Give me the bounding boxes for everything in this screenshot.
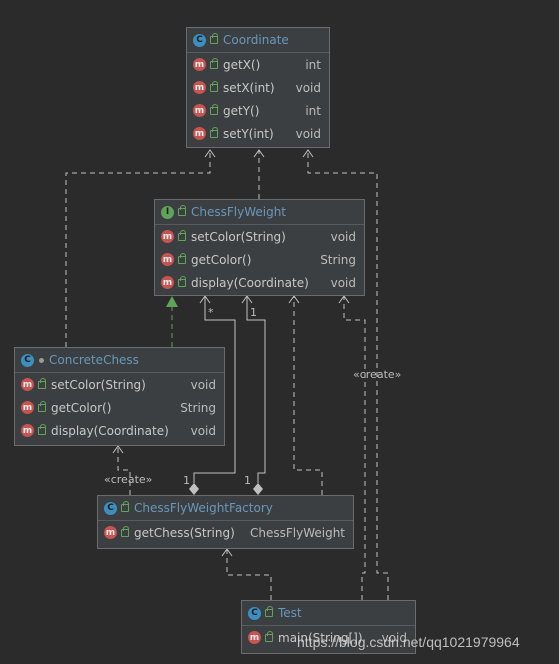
class-name: ConcreteChess	[49, 353, 139, 367]
public-visibility-icon	[210, 33, 218, 44]
class-header: C ChessFlyWeightFactory	[98, 496, 353, 521]
class-header: C Coordinate	[187, 28, 329, 53]
method-row[interactable]: m setY(int) void	[187, 122, 329, 145]
class-chessflyweight[interactable]: I ChessFlyWeight m setColor(String) void m…	[154, 199, 365, 296]
method-row[interactable]: m setColor(String) void	[15, 373, 224, 396]
method-row[interactable]: m getColor() String	[15, 396, 224, 419]
method-row[interactable]: m getY() int	[187, 99, 329, 122]
method-row[interactable]: m getChess(String) ChessFlyWeight	[98, 521, 353, 544]
return-type: void	[295, 126, 321, 141]
public-visibility-icon	[210, 126, 218, 138]
method-row[interactable]: m setColor(String) void	[155, 225, 364, 248]
public-visibility-icon	[38, 377, 46, 389]
method-icon: m	[104, 526, 117, 539]
public-visibility-icon	[210, 57, 218, 69]
class-concretechess[interactable]: C ConcreteChess m setColor(String) void m g…	[14, 347, 225, 446]
public-visibility-icon	[178, 205, 186, 216]
public-visibility-icon	[265, 630, 273, 642]
method-name: setColor(String)	[51, 377, 146, 392]
return-type: void	[330, 275, 356, 290]
method-name: display(Coordinate)	[51, 423, 169, 438]
class-chessflyweightfactory[interactable]: C ChessFlyWeightFactory m getChess(String…	[97, 495, 354, 549]
method-name: getColor()	[51, 400, 112, 415]
realization-arrowhead	[166, 296, 178, 307]
public-visibility-icon	[178, 275, 186, 287]
public-visibility-icon	[178, 252, 186, 264]
package-visibility-icon	[39, 357, 44, 363]
public-visibility-icon	[265, 606, 273, 617]
method-name: getChess(String)	[134, 525, 235, 540]
method-row[interactable]: m getColor() String	[155, 248, 364, 271]
method-row[interactable]: m display(Coordinate) void	[155, 271, 364, 294]
method-row[interactable]: m display(Coordinate) void	[15, 419, 224, 442]
create-label-left: «create»	[104, 473, 153, 486]
aggregation-diamond	[189, 483, 199, 495]
multiplicity-one-right: 1	[244, 474, 251, 487]
return-type: void	[190, 377, 216, 392]
method-icon: m	[21, 424, 34, 437]
multiplicity-one-left: 1	[183, 474, 190, 487]
method-icon: m	[21, 378, 34, 391]
class-icon: C	[248, 606, 261, 620]
create-label-right: «create»	[353, 368, 402, 381]
class-name: Test	[278, 606, 302, 620]
method-name: setColor(String)	[191, 229, 286, 244]
aggregation-diamond	[253, 483, 263, 495]
method-icon: m	[193, 58, 206, 71]
class-header: I ChessFlyWeight	[155, 200, 364, 225]
class-name: ChessFlyWeightFactory	[134, 501, 273, 515]
return-type: void	[295, 80, 321, 95]
dep-factory-concretechess	[117, 446, 131, 495]
method-name: setY(int)	[223, 126, 274, 141]
aggregation-one	[246, 296, 266, 483]
class-icon: C	[104, 501, 117, 515]
return-type: ChessFlyWeight	[249, 525, 345, 540]
method-icon: m	[21, 401, 34, 414]
interface-icon: I	[161, 205, 174, 219]
method-icon: m	[193, 104, 206, 117]
class-name: ChessFlyWeight	[191, 205, 287, 219]
return-type: String	[180, 400, 216, 415]
public-visibility-icon	[121, 525, 129, 537]
watermark: https://blog.csdn.net/qq1021979964	[297, 634, 520, 650]
method-name: getY()	[223, 103, 260, 118]
public-visibility-icon	[210, 103, 218, 115]
abstract-method-icon: m	[161, 276, 174, 289]
public-visibility-icon	[38, 400, 46, 412]
dep-test-chessflyweight	[343, 296, 366, 600]
method-row[interactable]: m getX() int	[187, 53, 329, 76]
public-visibility-icon	[178, 229, 186, 241]
public-visibility-icon	[121, 501, 129, 512]
return-type: int	[305, 103, 321, 118]
method-name: getX()	[223, 57, 261, 72]
abstract-method-icon: m	[161, 253, 174, 266]
method-name: setX(int)	[223, 80, 275, 95]
dep-test-factory	[226, 549, 272, 600]
public-visibility-icon	[38, 423, 46, 435]
method-icon: m	[248, 631, 261, 644]
multiplicity-one-top: 1	[250, 306, 257, 319]
return-type: void	[330, 229, 356, 244]
class-icon: C	[193, 33, 206, 47]
method-icon: m	[193, 81, 206, 94]
return-type: void	[190, 423, 216, 438]
public-visibility-icon	[210, 80, 218, 92]
class-icon: C	[21, 353, 34, 367]
method-row[interactable]: m setX(int) void	[187, 76, 329, 99]
class-header: C ConcreteChess	[15, 348, 224, 373]
abstract-method-icon: m	[161, 230, 174, 243]
method-name: getColor()	[191, 252, 252, 267]
return-type: int	[305, 57, 321, 72]
return-type: String	[320, 252, 356, 267]
dep-factory-chessflyweight	[293, 296, 323, 495]
class-header: C Test	[242, 601, 415, 626]
class-coordinate[interactable]: C Coordinate m getX() int m setX(int) void m…	[186, 27, 330, 148]
method-icon: m	[193, 127, 206, 140]
multiplicity-star: *	[208, 306, 214, 319]
class-name: Coordinate	[223, 33, 289, 47]
method-name: display(Coordinate)	[191, 275, 309, 290]
